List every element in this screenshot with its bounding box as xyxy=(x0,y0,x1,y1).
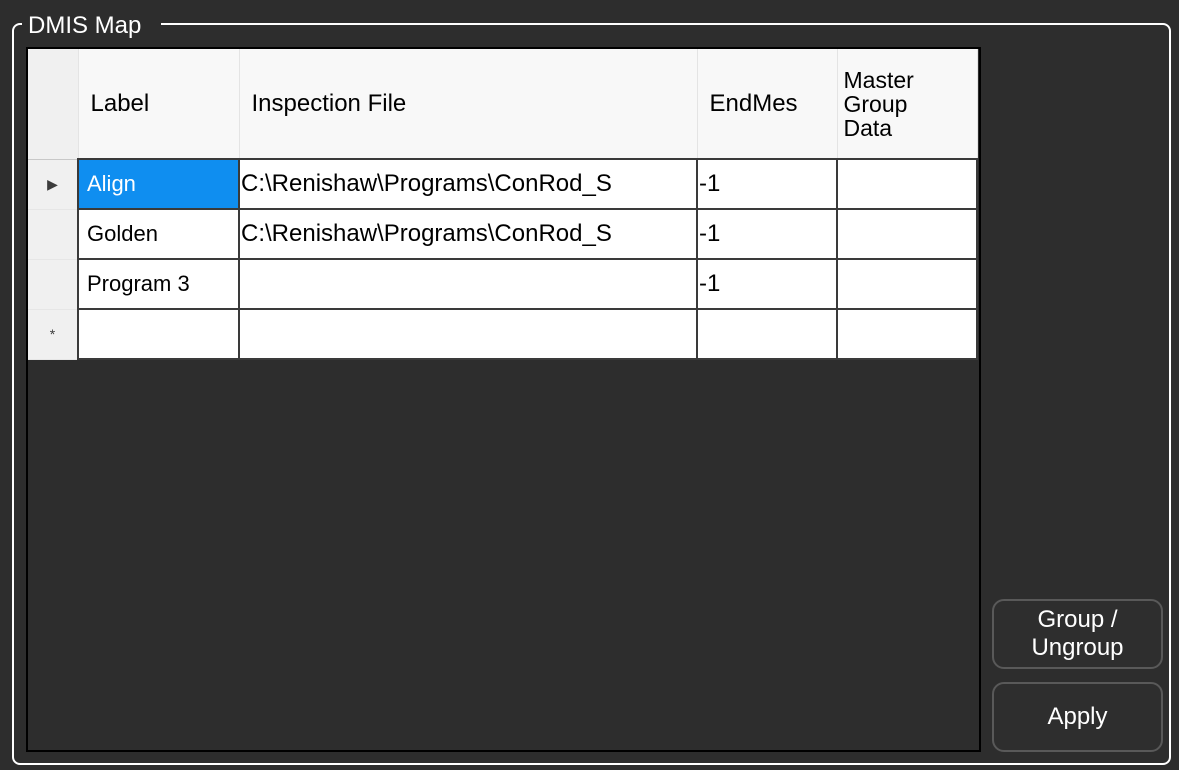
cell-master-group-data[interactable] xyxy=(836,208,978,260)
cell-endmes[interactable]: -1 xyxy=(696,258,838,310)
table-row[interactable]: ▶ Align C:\Renishaw\Programs\ConRod_S -1 xyxy=(28,158,978,210)
table-row[interactable]: Golden C:\Renishaw\Programs\ConRod_S -1 xyxy=(28,208,978,260)
row-header[interactable] xyxy=(28,258,79,310)
master-group-data-title: Master Group Data xyxy=(843,66,914,141)
column-header-label[interactable]: Label xyxy=(78,49,240,160)
cell-inspection-file[interactable] xyxy=(238,308,698,360)
cell-inspection-file[interactable] xyxy=(238,258,698,310)
row-header[interactable]: * xyxy=(28,308,79,360)
group-ungroup-button[interactable]: Group / Ungroup xyxy=(992,599,1163,669)
cell-label[interactable]: Program 3 xyxy=(77,258,240,310)
table-row[interactable]: Program 3 -1 xyxy=(28,258,978,310)
cell-master-group-data[interactable] xyxy=(836,158,978,210)
new-row[interactable]: * xyxy=(28,308,978,360)
cell-label[interactable]: Golden xyxy=(77,208,240,260)
group-ungroup-label: Group / Ungroup xyxy=(1031,606,1124,661)
cell-master-group-data[interactable] xyxy=(836,258,978,310)
current-row-arrow-icon: ▶ xyxy=(47,175,58,192)
apply-button[interactable]: Apply xyxy=(992,682,1163,752)
dmis-map-grid[interactable]: Label Inspection File EndMes Master Grou… xyxy=(26,47,981,752)
cell-endmes[interactable]: -1 xyxy=(696,158,838,210)
groupbox-title: DMIS Map xyxy=(22,10,162,42)
row-header[interactable]: ▶ xyxy=(28,158,79,210)
grid-corner-header[interactable] xyxy=(28,49,79,160)
cell-label[interactable] xyxy=(77,308,240,360)
cell-endmes[interactable] xyxy=(696,308,838,360)
row-header[interactable] xyxy=(28,208,79,260)
cell-label[interactable]: Align xyxy=(77,158,240,210)
column-header-endmes[interactable]: EndMes xyxy=(697,49,838,160)
new-row-asterisk-icon: * xyxy=(49,326,56,342)
column-header-inspection-file[interactable]: Inspection File xyxy=(239,49,698,160)
cell-inspection-file[interactable]: C:\Renishaw\Programs\ConRod_S xyxy=(238,158,698,210)
cell-endmes[interactable]: -1 xyxy=(696,208,838,260)
cell-inspection-file[interactable]: C:\Renishaw\Programs\ConRod_S xyxy=(238,208,698,260)
column-header-master-group-data[interactable]: Master Group Data xyxy=(837,49,978,160)
cell-master-group-data[interactable] xyxy=(836,308,978,360)
